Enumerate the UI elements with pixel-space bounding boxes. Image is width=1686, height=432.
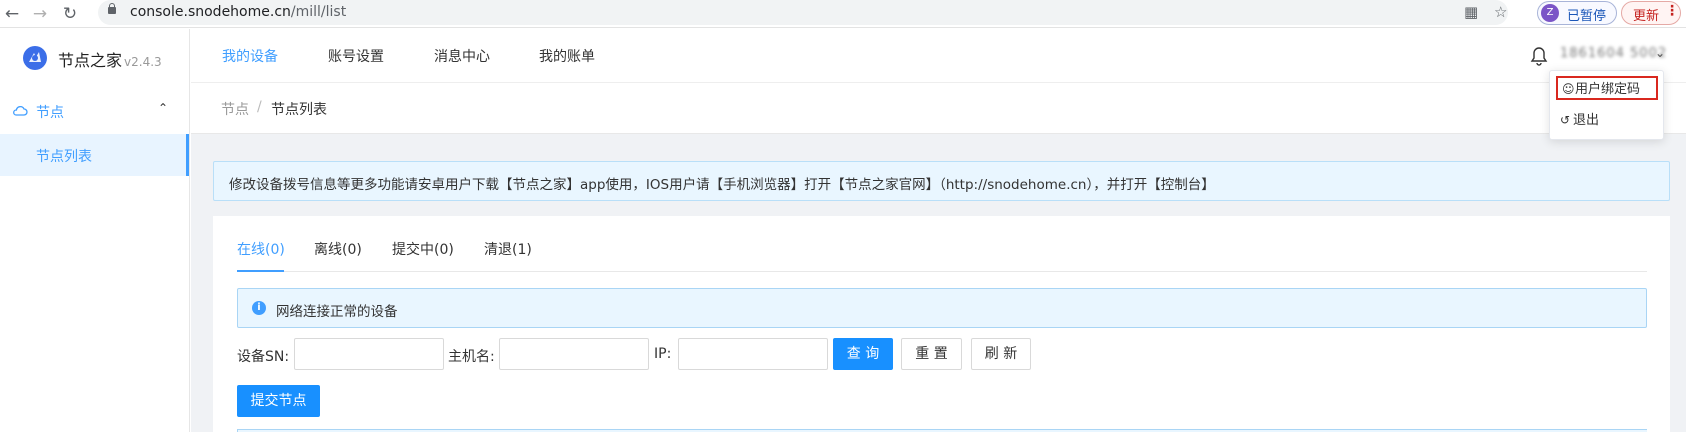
device-panel: 在线(0) 离线(0) 提交中(0) 清退(1) i 网络连接正常的设备 设备S… xyxy=(213,216,1670,432)
sidebar-group-label: 节点 xyxy=(36,105,64,121)
translate-icon[interactable]: ▦ xyxy=(1464,3,1478,21)
tab-my-bills[interactable]: 我的账单 xyxy=(539,46,595,66)
reload-icon[interactable]: ↻ xyxy=(60,4,80,24)
sidebar-item-label: 节点列表 xyxy=(36,149,92,165)
profile-avatar: Z xyxy=(1541,4,1559,22)
filter-form: 设备SN: 主机名: IP: 查 询 重 置 刷 新 xyxy=(237,338,1647,372)
query-button[interactable]: 查 询 xyxy=(833,338,893,370)
hostname-label: 主机名: xyxy=(448,349,495,365)
forward-arrow-icon[interactable]: → xyxy=(30,4,50,24)
tab-submitting[interactable]: 提交中(0) xyxy=(392,239,454,259)
profile-status: 已暂停 xyxy=(1567,9,1607,24)
user-dropdown-menu: ☺用户绑定码 ↺ 退出 xyxy=(1549,70,1664,140)
top-nav: 我的设备 账号设置 消息中心 我的账单 xyxy=(191,29,1686,83)
profile-button[interactable]: Z 已暂停 xyxy=(1537,1,1617,25)
info-icon: i xyxy=(252,301,266,315)
ip-input[interactable] xyxy=(678,338,828,370)
chevron-up-icon: ⌃ xyxy=(158,101,169,115)
hostname-input[interactable] xyxy=(499,338,649,370)
sn-label: 设备SN: xyxy=(237,349,290,365)
active-tab-indicator xyxy=(237,270,284,272)
sn-input[interactable] xyxy=(294,338,444,370)
address-bar[interactable]: console.snodehome.cn/mill/list ▦ ☆ xyxy=(98,0,1508,25)
sidebar: 节点之家 v2.4.3 节点 ⌃ 节点列表 xyxy=(0,29,190,432)
version-label: v2.4.3 xyxy=(124,55,162,69)
tab-account-settings[interactable]: 账号设置 xyxy=(328,46,384,66)
info-alert: i 网络连接正常的设备 xyxy=(237,288,1647,328)
kebab-menu-icon: ⋮ xyxy=(1665,3,1679,19)
tab-my-devices[interactable]: 我的设备 xyxy=(222,46,278,66)
refresh-button[interactable]: 刷 新 xyxy=(971,338,1031,370)
breadcrumb: 节点 / 节点列表 xyxy=(191,84,1686,134)
user-name[interactable]: 1861604 5002 xyxy=(1560,46,1667,61)
breadcrumb-item-node[interactable]: 节点 xyxy=(221,99,249,119)
bookmark-star-icon[interactable]: ☆ xyxy=(1494,3,1507,21)
sidebar-item-node-list[interactable]: 节点列表 xyxy=(0,134,189,176)
status-tabs: 在线(0) 离线(0) 提交中(0) 清退(1) xyxy=(237,216,1647,272)
tab-cleared[interactable]: 清退(1) xyxy=(484,239,532,259)
brand-logo-icon xyxy=(23,46,47,70)
breadcrumb-item-node-list: 节点列表 xyxy=(271,102,327,118)
chevron-down-icon[interactable]: ⌄ xyxy=(1655,46,1665,60)
user-icon: ☺ xyxy=(1562,82,1575,96)
cloud-icon xyxy=(13,105,28,116)
update-label: 更新 xyxy=(1633,9,1660,24)
reset-button[interactable]: 重 置 xyxy=(901,338,962,370)
bell-icon[interactable] xyxy=(1530,46,1548,66)
menu-item-logout[interactable]: ↺ 退出 xyxy=(1556,109,1658,133)
update-button[interactable]: 更新 ⋮ xyxy=(1621,1,1681,25)
tab-offline[interactable]: 离线(0) xyxy=(314,239,362,259)
tab-online[interactable]: 在线(0) xyxy=(237,239,285,259)
browser-toolbar: ← → ↻ console.snodehome.cn/mill/list ▦ ☆… xyxy=(0,0,1686,28)
sidebar-group-node[interactable]: 节点 ⌃ xyxy=(0,91,190,133)
menu-item-user-binding-code[interactable]: ☺用户绑定码 xyxy=(1556,76,1658,100)
ip-label: IP: xyxy=(654,346,672,362)
lock-icon xyxy=(108,3,116,14)
logout-icon: ↺ xyxy=(1560,113,1571,127)
notice-text: 修改设备拨号信息等更多功能请安卓用户下载【节点之家】app使用，IOS用户请【手… xyxy=(229,177,1215,193)
tab-message-center[interactable]: 消息中心 xyxy=(434,46,490,66)
brand-title: 节点之家 v2.4.3 xyxy=(58,51,162,70)
breadcrumb-separator: / xyxy=(257,99,262,115)
submit-node-button[interactable]: 提交节点 xyxy=(237,385,320,417)
info-text: 网络连接正常的设备 xyxy=(276,304,398,320)
url-text[interactable]: console.snodehome.cn/mill/list xyxy=(130,4,346,20)
back-arrow-icon[interactable]: ← xyxy=(2,4,22,24)
notice-banner: 修改设备拨号信息等更多功能请安卓用户下载【节点之家】app使用，IOS用户请【手… xyxy=(213,161,1670,201)
